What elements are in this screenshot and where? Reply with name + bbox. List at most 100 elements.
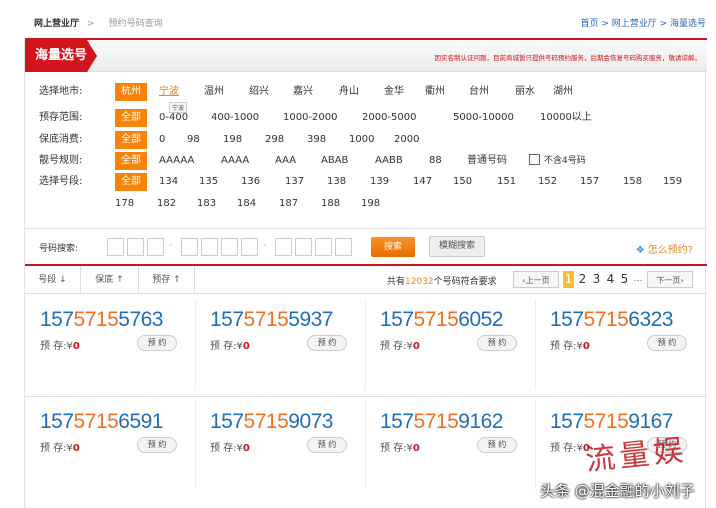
filter-option[interactable]: 183	[197, 195, 216, 213]
digit-input[interactable]	[221, 238, 238, 256]
phone-number[interactable]: 15757159073	[210, 410, 333, 434]
filter-option[interactable]: 温州	[204, 83, 224, 101]
reserve-button[interactable]: 预 约	[647, 335, 687, 351]
filter-option[interactable]: AAAAA	[159, 152, 194, 170]
page-2[interactable]: 2	[577, 271, 588, 288]
filter-option[interactable]: 1000-2000	[283, 109, 338, 127]
filter-option[interactable]: 金华	[384, 83, 404, 101]
page-1[interactable]: 1	[563, 271, 574, 288]
filter-option[interactable]: 湖州	[553, 83, 573, 101]
number-card[interactable]: 15757156323 预 存:¥0 预 约	[535, 300, 705, 392]
filter-option[interactable]: 134	[159, 173, 178, 191]
filter-option[interactable]: 198	[361, 195, 380, 213]
fuzzy-search-button[interactable]: 模糊搜索	[429, 236, 485, 257]
filter-option[interactable]: 151	[497, 173, 516, 191]
digit-input[interactable]	[147, 238, 164, 256]
exclude-4-checkbox[interactable]: 不含4号码	[529, 152, 586, 170]
filter-option[interactable]: 5000-10000	[453, 109, 514, 127]
next-page-button[interactable]: 下一页›	[647, 271, 693, 288]
reserve-button[interactable]: 预 约	[307, 437, 347, 453]
filter-option[interactable]: 184	[237, 195, 256, 213]
filter-option[interactable]: AABB	[375, 152, 403, 170]
how-to-reserve-link[interactable]: ❖ 怎么预约?	[636, 241, 693, 256]
filter-option[interactable]: 0	[159, 131, 165, 149]
number-card[interactable]: 15757156052 预 存:¥0 预 约	[365, 300, 535, 392]
digit-input[interactable]	[295, 238, 312, 256]
number-card[interactable]: 15757156591 预 存:¥0 预 约	[25, 402, 195, 494]
phone-number[interactable]: 15757159162	[380, 410, 503, 434]
number-card[interactable]: 15757155763 预 存:¥0 预 约	[25, 300, 195, 392]
digit-input[interactable]	[181, 238, 198, 256]
number-card[interactable]: 15757155937 预 存:¥0 预 约	[195, 300, 365, 392]
filter-option[interactable]: 400-1000	[211, 109, 259, 127]
filter-option[interactable]: 全部	[115, 152, 147, 170]
digit-input[interactable]	[127, 238, 144, 256]
filter-option[interactable]: 2000	[394, 131, 419, 149]
filter-option[interactable]: 1000	[349, 131, 374, 149]
filter-option[interactable]: 全部	[115, 109, 147, 127]
filter-option[interactable]: 139	[370, 173, 389, 191]
page-4[interactable]: 4	[605, 271, 616, 288]
page-5[interactable]: 5	[619, 271, 630, 288]
digit-input[interactable]	[315, 238, 332, 256]
filter-option[interactable]: 衢州	[425, 83, 445, 101]
prev-page-button[interactable]: ‹上一页	[513, 271, 559, 288]
filter-option[interactable]: 137	[285, 173, 304, 191]
filter-option[interactable]: AAA	[275, 152, 296, 170]
filter-option[interactable]: 宁波	[159, 83, 179, 101]
filter-option[interactable]: 绍兴	[249, 83, 269, 101]
filter-option[interactable]: 全部	[115, 173, 147, 191]
filter-option[interactable]: 152	[538, 173, 557, 191]
filter-option[interactable]: 舟山	[339, 83, 359, 101]
reserve-button[interactable]: 预 约	[307, 335, 347, 351]
filter-option[interactable]: 198	[223, 131, 242, 149]
digit-input[interactable]	[241, 238, 258, 256]
filter-option[interactable]: 159	[663, 173, 682, 191]
filter-option[interactable]: 88	[429, 152, 442, 170]
filter-option[interactable]: 398	[307, 131, 326, 149]
phone-number[interactable]: 15757155937	[210, 308, 333, 332]
number-card[interactable]: 15757159073 预 存:¥0 预 约	[195, 402, 365, 494]
filter-option[interactable]: 187	[279, 195, 298, 213]
filter-option[interactable]: 158	[623, 173, 642, 191]
digit-input[interactable]	[335, 238, 352, 256]
filter-option[interactable]: 全部	[115, 131, 147, 149]
filter-option[interactable]: 普通号码	[467, 152, 507, 170]
filter-option[interactable]: 178	[115, 195, 134, 213]
reserve-button[interactable]: 预 约	[137, 335, 177, 351]
filter-option[interactable]: AAAA	[221, 152, 249, 170]
phone-number[interactable]: 15757156323	[550, 308, 673, 332]
filter-option[interactable]: 298	[265, 131, 284, 149]
filter-option[interactable]: 98	[187, 131, 200, 149]
phone-number[interactable]: 15757155763	[40, 308, 163, 332]
phone-number[interactable]: 15757156052	[380, 308, 503, 332]
filter-option[interactable]: 10000以上	[540, 109, 592, 127]
digit-input[interactable]	[275, 238, 292, 256]
filter-option[interactable]: 嘉兴	[293, 83, 313, 101]
digit-input[interactable]	[107, 238, 124, 256]
filter-option[interactable]: 135	[199, 173, 218, 191]
breadcrumb-right[interactable]: 首页 > 网上营业厅 > 海量选号	[580, 16, 706, 29]
phone-number[interactable]: 15757156591	[40, 410, 163, 434]
sort-prefix[interactable]: 号段 ↓	[25, 266, 81, 294]
page-3[interactable]: 3	[591, 271, 602, 288]
filter-option[interactable]: ABAB	[321, 152, 348, 170]
search-button[interactable]: 搜索	[371, 237, 415, 257]
filter-option[interactable]: 丽水	[515, 83, 535, 101]
filter-option[interactable]: 157	[580, 173, 599, 191]
reserve-button[interactable]: 预 约	[477, 437, 517, 453]
digit-input[interactable]	[201, 238, 218, 256]
filter-option[interactable]: 136	[241, 173, 260, 191]
filter-option[interactable]: 138	[327, 173, 346, 191]
breadcrumb-section[interactable]: 网上营业厅	[34, 19, 79, 29]
sort-deposit[interactable]: 预存 ↑	[139, 266, 195, 294]
sort-minimum[interactable]: 保底 ↑	[81, 266, 139, 294]
filter-option[interactable]: 147	[413, 173, 432, 191]
checkbox-icon[interactable]	[529, 154, 540, 165]
reserve-button[interactable]: 预 约	[137, 437, 177, 453]
filter-option[interactable]: 150	[453, 173, 472, 191]
filter-option[interactable]: 2000-5000	[362, 109, 417, 127]
filter-option[interactable]: 杭州	[115, 83, 147, 101]
number-card[interactable]: 15757159162 预 存:¥0 预 约	[365, 402, 535, 494]
filter-option[interactable]: 188	[321, 195, 340, 213]
